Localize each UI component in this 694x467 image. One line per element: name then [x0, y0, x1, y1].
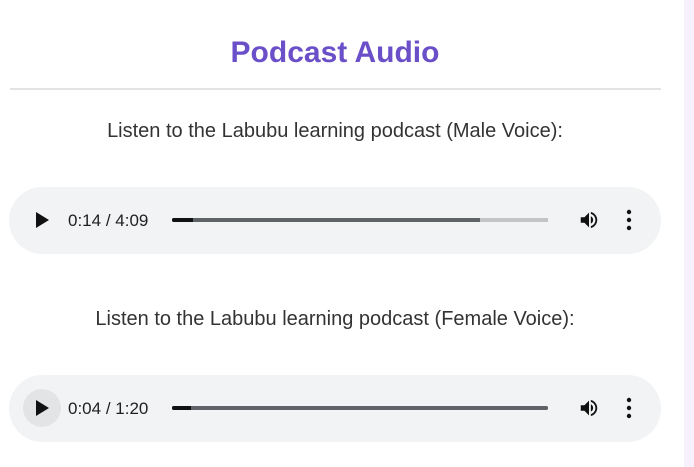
seek-slider[interactable] [172, 218, 548, 222]
volume-icon[interactable] [578, 397, 600, 419]
female-voice-caption: Listen to the Labubu learning podcast (F… [95, 308, 575, 330]
seek-buffered [172, 218, 481, 222]
time-separator: / [105, 399, 111, 418]
seek-slider[interactable] [172, 406, 548, 410]
volume-icon[interactable] [578, 209, 600, 231]
title-divider [10, 88, 661, 90]
current-time: 0:14 [68, 211, 102, 230]
more-vertical-icon[interactable] [624, 209, 634, 231]
male-voice-audio-player[interactable]: 0:14 / 4:09 [9, 187, 661, 254]
duration: 4:09 [115, 211, 149, 230]
seek-buffered [172, 406, 548, 410]
current-time: 0:04 [68, 399, 102, 418]
seek-played [172, 218, 194, 222]
page-edge [684, 0, 694, 467]
duration: 1:20 [115, 399, 149, 418]
female-voice-audio-player[interactable]: 0:04 / 1:20 [9, 375, 661, 442]
time-separator: / [105, 211, 111, 230]
seek-played [172, 406, 191, 410]
podcast-page: Podcast Audio Listen to the Labubu learn… [0, 0, 684, 467]
more-vertical-icon[interactable] [624, 397, 634, 419]
play-button[interactable] [23, 389, 61, 427]
male-voice-caption: Listen to the Labubu learning podcast (M… [107, 120, 563, 142]
time-display: 0:14 / 4:09 [68, 187, 148, 254]
play-icon [36, 400, 49, 416]
seek-unbuffered [480, 218, 548, 222]
time-display: 0:04 / 1:20 [68, 375, 148, 442]
play-icon [36, 212, 49, 228]
play-button[interactable] [23, 201, 61, 239]
page-title: Podcast Audio [230, 36, 440, 69]
